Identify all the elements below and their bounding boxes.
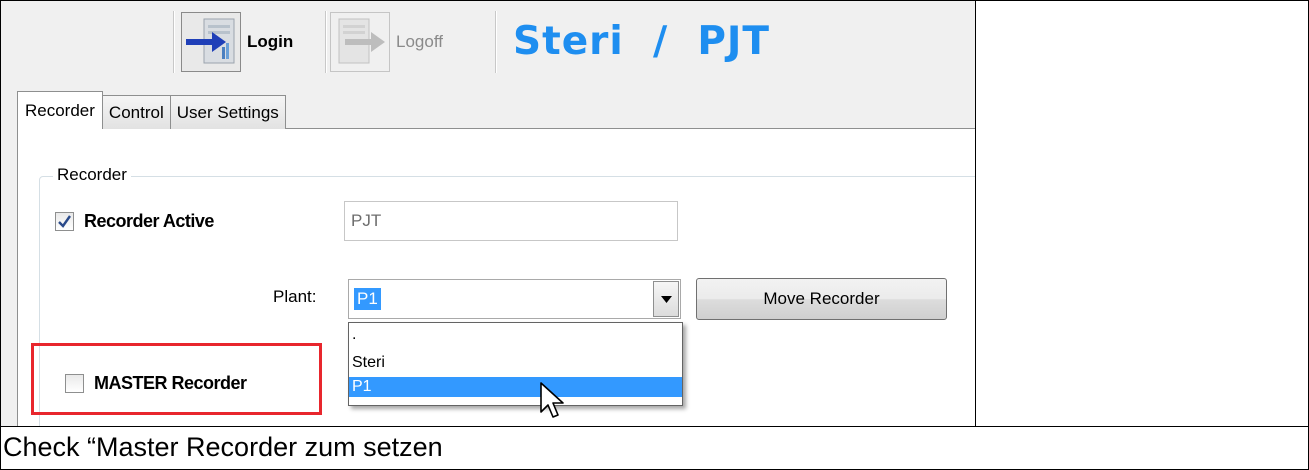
plant-option-selected[interactable]: P1 [349,377,682,397]
toolbar-separator [173,11,174,73]
toolbar-separator [325,11,326,73]
highlight-box [31,343,322,415]
caption-text: Check “Master Recorder zum setzen [3,432,443,462]
toolbar: Login Logoff Steri / PJT [1,1,975,89]
login-label: Login [247,32,294,51]
recorder-active-label: Recorder Active [84,211,214,231]
tab-user-settings[interactable]: User Settings [169,95,286,129]
plant-option[interactable]: Steri [349,353,682,373]
plant-dropdown-button[interactable] [653,281,679,317]
mouse-cursor-icon [539,381,567,426]
logoff-icon [330,12,390,72]
move-recorder-button[interactable]: Move Recorder [696,278,947,320]
plant-combobox[interactable]: P1 [348,279,681,319]
toolbar-separator [495,11,496,73]
row-divider [0,426,1309,427]
recorder-group-legend: Recorder [53,165,131,185]
tab-recorder[interactable]: Recorder [17,91,103,129]
column-divider [975,0,976,427]
tab-control[interactable]: Control [101,95,171,129]
login-button[interactable]: Login [181,11,293,73]
tab-bar: Recorder Control User Settings [17,91,286,129]
login-icon [181,12,241,72]
checkmark-icon [58,215,71,228]
app-window: Login Logoff Steri / PJT Recorder Contro… [1,1,975,426]
recorder-active-checkbox[interactable] [55,212,74,231]
chevron-down-icon [661,296,672,303]
logoff-button[interactable]: Logoff [330,11,443,73]
plant-dropdown-list: . Steri P1 [348,322,683,406]
recorder-name-field[interactable]: PJT [344,201,678,241]
plant-label: Plant: [273,287,317,306]
logoff-label: Logoff [396,32,443,51]
plant-selected-value: P1 [354,288,381,310]
app-title: Steri / PJT [513,19,771,64]
plant-option[interactable]: . [349,325,682,345]
